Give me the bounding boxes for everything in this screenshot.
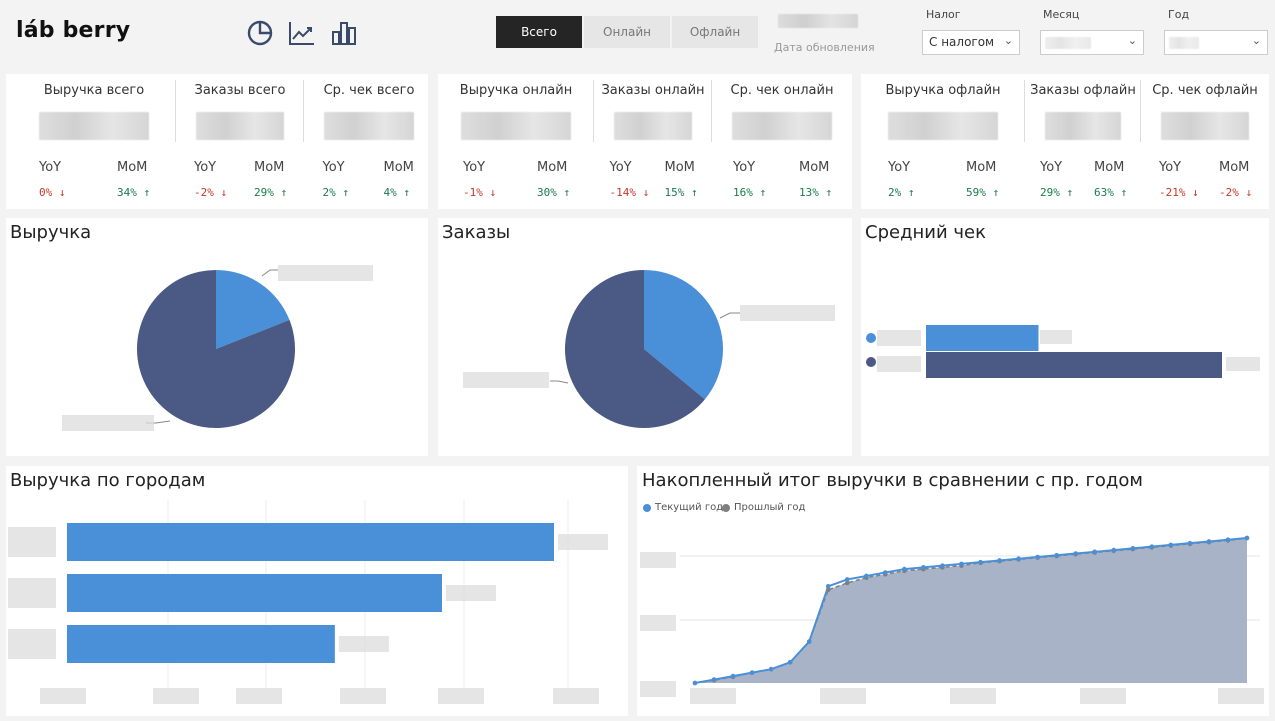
cumulative-y-tick bbox=[640, 615, 676, 631]
charts-svg bbox=[8, 265, 1264, 704]
orders-pie-label-offline bbox=[463, 372, 549, 388]
current-year-point bbox=[1035, 554, 1040, 560]
current-year-point bbox=[978, 559, 983, 565]
current-year-point bbox=[825, 584, 831, 589]
avg-check-bar-online bbox=[926, 325, 1039, 351]
revenue-pie-label-online bbox=[278, 265, 373, 281]
current-year-point bbox=[1054, 552, 1059, 558]
city-bar-value bbox=[445, 585, 496, 601]
orders-pie-leader bbox=[719, 312, 740, 319]
cities-axis-tick bbox=[553, 688, 599, 704]
avg-check-value-online bbox=[1040, 330, 1072, 344]
current-year-point bbox=[1206, 539, 1212, 544]
current-year-point bbox=[940, 563, 945, 568]
cumulative-x-tick bbox=[1218, 688, 1264, 704]
cumulative-x-tick bbox=[950, 688, 996, 704]
city-bar-value bbox=[338, 636, 389, 652]
city-label bbox=[8, 578, 56, 608]
current-year-point bbox=[1111, 547, 1117, 553]
avg-check-bar-offline bbox=[926, 352, 1222, 378]
cities-axis-tick bbox=[236, 688, 282, 704]
cumulative-y-tick bbox=[640, 552, 676, 568]
cities-axis-tick bbox=[153, 688, 199, 704]
city-bar-value bbox=[558, 534, 608, 550]
avg-check-online-dot bbox=[866, 333, 876, 343]
current-year-point bbox=[1187, 540, 1193, 546]
cumulative-x-tick bbox=[690, 688, 736, 704]
current-year-point bbox=[883, 570, 888, 575]
current-year-point bbox=[1073, 551, 1078, 556]
orders-pie-leader bbox=[550, 380, 569, 384]
current-year-point bbox=[1092, 549, 1098, 555]
current-year-point bbox=[1149, 544, 1155, 549]
current-year-point bbox=[787, 659, 793, 665]
current-year-point bbox=[730, 673, 736, 679]
avg-check-label-online bbox=[877, 330, 921, 346]
cities-axis-tick bbox=[40, 688, 86, 704]
city-label bbox=[8, 527, 56, 557]
current-year-point bbox=[749, 670, 755, 675]
current-year-point bbox=[692, 680, 698, 686]
current-year-point bbox=[1244, 535, 1250, 541]
avg-check-offline-dot bbox=[866, 357, 876, 367]
current-year-point bbox=[844, 577, 850, 582]
previous-year-area bbox=[695, 538, 1247, 683]
current-year-point bbox=[768, 666, 774, 672]
current-year-point bbox=[864, 573, 869, 579]
city-label bbox=[8, 629, 56, 659]
current-year-point bbox=[1130, 546, 1136, 551]
current-year-point bbox=[902, 566, 907, 572]
current-year-point bbox=[1168, 542, 1174, 548]
current-year-point bbox=[997, 558, 1002, 563]
current-year-point bbox=[1016, 556, 1021, 562]
revenue-pie-label-offline bbox=[62, 415, 154, 431]
cumulative-x-tick bbox=[1080, 688, 1126, 704]
avg-check-value-offline bbox=[1226, 357, 1260, 371]
avg-check-label-offline bbox=[877, 356, 921, 372]
current-year-point bbox=[806, 639, 812, 644]
city-bar bbox=[67, 625, 335, 663]
city-bar bbox=[67, 574, 442, 612]
current-year-point bbox=[959, 561, 964, 567]
current-year-point bbox=[921, 565, 926, 570]
cumulative-y-tick bbox=[640, 681, 676, 697]
city-bar bbox=[67, 523, 554, 561]
current-year-point bbox=[1225, 537, 1231, 543]
cities-axis-tick bbox=[438, 688, 484, 704]
orders-pie-label-online bbox=[740, 305, 835, 321]
cumulative-x-tick bbox=[820, 688, 866, 704]
cities-axis-tick bbox=[340, 688, 386, 704]
revenue-pie-leader bbox=[261, 269, 278, 277]
current-year-point bbox=[711, 677, 717, 682]
